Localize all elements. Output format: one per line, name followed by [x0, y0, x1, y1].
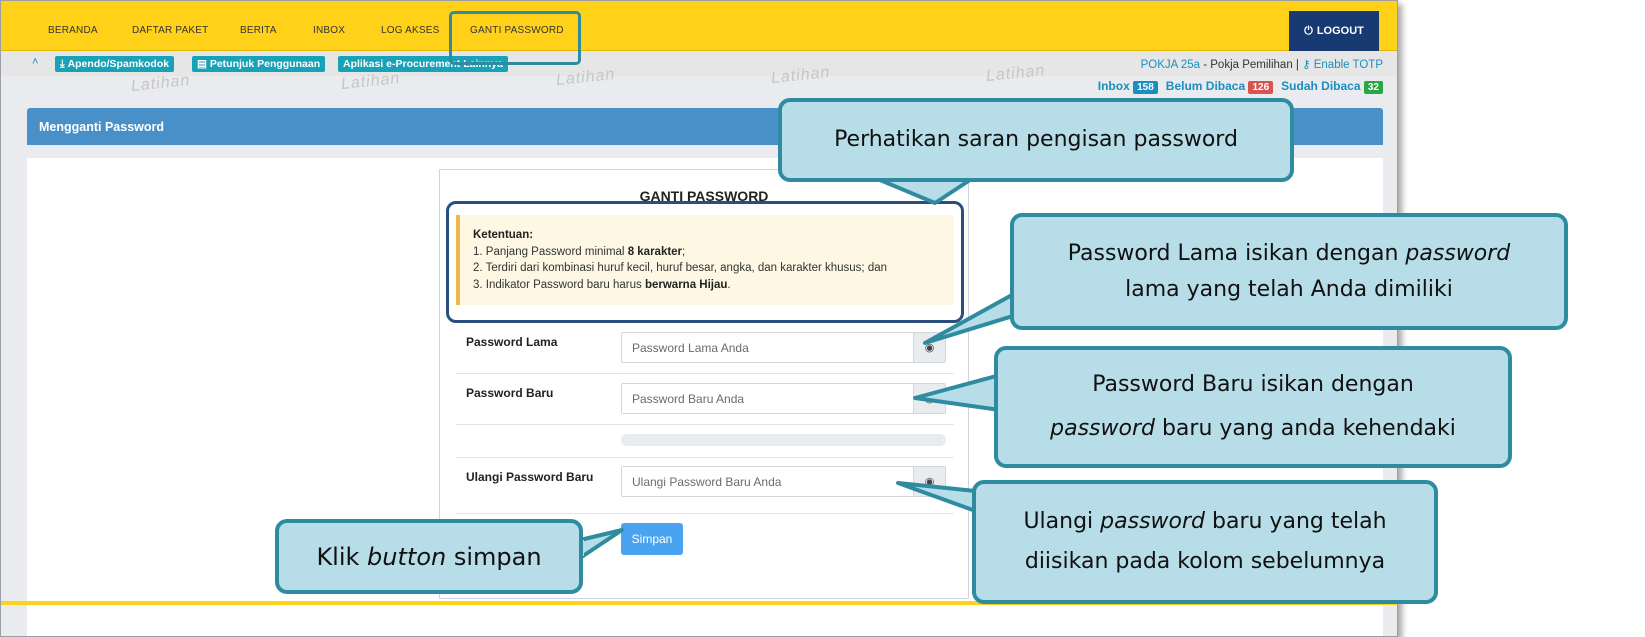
repeat-password-field[interactable]: Ulangi Password Baru Anda ◉ — [621, 466, 946, 497]
unread-count-badge: 126 — [1248, 81, 1274, 94]
divider — [456, 373, 954, 374]
read-label: Sudah Dibaca — [1281, 79, 1361, 93]
callout-old-password: Password Lama isikan dengan password lam… — [1010, 213, 1568, 330]
top-navbar: BERANDA DAFTAR PAKET BERITA INBOX LOG AK… — [1, 1, 1397, 51]
old-password-field[interactable]: Password Lama Anda ◉ — [621, 332, 946, 363]
callout-new-password: Password Baru isikan dengan password bar… — [994, 346, 1512, 468]
callout-notice: Perhatikan saran pengisan password — [778, 98, 1294, 182]
callout-simpan-italic: button — [367, 542, 447, 571]
divider — [456, 424, 954, 425]
new-password-label: Password Baru — [466, 386, 554, 400]
nav-beranda[interactable]: BERANDA — [48, 25, 98, 36]
callout-new-line1: Password Baru isikan dengan — [1092, 372, 1414, 397]
callout-repeat-password: Ulangi password baru yang telah diisikan… — [972, 480, 1438, 604]
callout-repeat-line2: diisikan pada kolom sebelumnya — [1024, 549, 1386, 574]
apendo-label: Apendo/Spamkodok — [67, 58, 170, 70]
callout-new-italic: password — [1050, 416, 1155, 441]
callout-simpan-b: simpan — [446, 542, 542, 571]
petunjuk-label: Petunjuk Penggunaan — [209, 58, 321, 70]
old-password-label: Password Lama — [466, 335, 558, 349]
divider — [456, 457, 954, 458]
callout-repeat-a: Ulangi — [1023, 509, 1101, 534]
logout-label: LOGOUT — [1316, 25, 1364, 37]
callout-notice-text: Perhatikan saran pengisan password — [834, 127, 1238, 152]
callout-repeat-b: baru yang telah — [1205, 509, 1387, 534]
callout-new-line2: baru yang anda kehendaki — [1154, 416, 1456, 441]
inbox-count-badge: 158 — [1133, 81, 1158, 94]
inbox-counters: Inbox 158 Belum Dibaca 126 Sudah Dibaca … — [1097, 79, 1383, 94]
eye-icon[interactable]: ◉ — [913, 384, 945, 413]
nav-daftar-paket[interactable]: DAFTAR PAKET — [132, 25, 208, 36]
unread-label: Belum Dibaca — [1165, 79, 1246, 93]
inbox-label: Inbox — [1097, 79, 1130, 93]
new-password-field[interactable]: Password Baru Anda ◉ — [621, 383, 946, 414]
password-strength-bar — [621, 434, 946, 446]
callout-old-password-text: Password Lama isikan dengan password lam… — [1068, 236, 1511, 308]
read-link[interactable]: Sudah Dibaca 32 — [1281, 79, 1383, 94]
old-password-placeholder: Password Lama Anda — [632, 340, 749, 355]
eye-icon[interactable]: ◉ — [913, 333, 945, 362]
callout-old-line1: Password Lama isikan dengan — [1067, 240, 1406, 266]
simpan-button[interactable]: Simpan — [621, 523, 683, 555]
toolbar: ˄ ⤓ Apendo/Spamkodok ▤ Petunjuk Pengguna… — [1, 51, 1397, 76]
callout-simpan-a: Klik — [316, 542, 368, 571]
callout-repeat-password-text: Ulangi password baru yang telah diisikan… — [1023, 502, 1386, 582]
callout-simpan-text: Klik button simpan — [316, 539, 541, 575]
nav-berita[interactable]: BERITA — [240, 25, 277, 36]
nav-inbox[interactable]: INBOX — [313, 25, 345, 36]
key-icon: ⚷ — [1302, 59, 1314, 71]
callout-simpan: Klik button simpan — [275, 519, 583, 594]
unread-link[interactable]: Belum Dibaca 126 — [1165, 79, 1274, 94]
inbox-link[interactable]: Inbox 158 — [1097, 79, 1158, 94]
eye-icon[interactable]: ◉ — [913, 467, 945, 496]
apendo-button[interactable]: ⤓ Apendo/Spamkodok — [55, 56, 175, 72]
pokja-role: - Pokja Pemilihan | — [1200, 59, 1303, 71]
tab-highlight — [449, 11, 581, 65]
user-info: POKJA 25a - Pokja Pemilihan | ⚷ Enable T… — [1141, 57, 1383, 71]
pokja-name[interactable]: POKJA 25a — [1141, 59, 1200, 71]
divider — [456, 513, 954, 514]
logout-button[interactable]: ⏻ LOGOUT — [1289, 11, 1379, 51]
enable-totp-link[interactable]: Enable TOTP — [1314, 59, 1383, 71]
read-count-badge: 32 — [1363, 81, 1383, 94]
callout-old-line2: lama yang telah Anda dimiliki — [1125, 276, 1453, 302]
callout-repeat-italic: password — [1100, 509, 1206, 534]
new-password-placeholder: Password Baru Anda — [632, 391, 745, 406]
nav-log-akses[interactable]: LOG AKSES — [381, 25, 440, 36]
petunjuk-button[interactable]: ▤ Petunjuk Penggunaan — [192, 56, 326, 72]
power-icon: ⏻ — [1304, 24, 1313, 37]
notice-highlight — [446, 201, 964, 323]
callout-old-italic: password — [1405, 240, 1511, 266]
repeat-password-label: Ulangi Password Baru — [466, 470, 594, 484]
callout-new-password-text: Password Baru isikan dengan password bar… — [1050, 363, 1456, 451]
chevron-up-icon[interactable]: ˄ — [32, 56, 38, 68]
repeat-password-placeholder: Ulangi Password Baru Anda — [632, 474, 782, 489]
download-icon: ⤓ — [60, 57, 68, 70]
book-icon: ▤ — [197, 58, 210, 70]
